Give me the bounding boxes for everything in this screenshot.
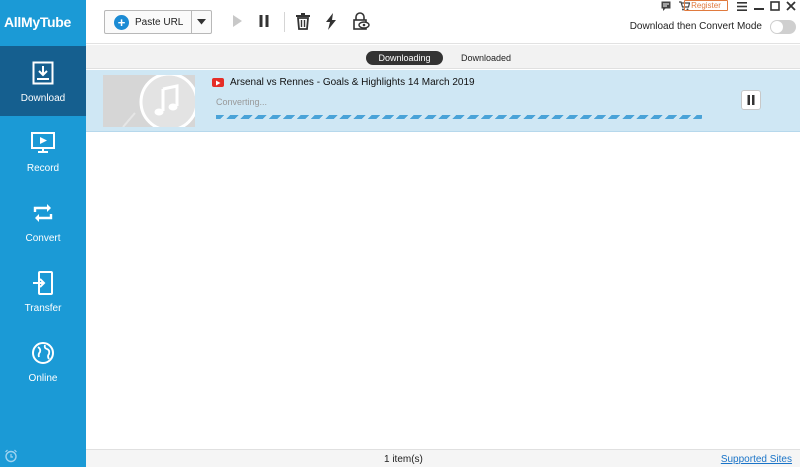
- progress-bar: [216, 115, 702, 119]
- lightning-icon[interactable]: [322, 12, 340, 30]
- toolbar-divider: [284, 12, 285, 32]
- download-icon: [29, 59, 57, 87]
- paste-url-main[interactable]: + Paste URL: [105, 11, 191, 33]
- plus-icon: +: [114, 14, 129, 30]
- youtube-icon: [212, 78, 224, 87]
- item-pause-button[interactable]: [741, 90, 761, 110]
- toolbar: + Paste URL Register Download then Conve…: [86, 0, 800, 44]
- maximize-icon[interactable]: [769, 0, 781, 12]
- chevron-down-icon: [197, 19, 206, 25]
- minimize-icon[interactable]: [753, 0, 765, 12]
- sidebar-item-transfer[interactable]: Transfer: [0, 256, 86, 326]
- sidebar-item-label: Record: [26, 162, 60, 174]
- pause-icon[interactable]: [255, 12, 273, 30]
- download-status: Converting...: [216, 97, 268, 107]
- tab-bar: Downloading Downloaded: [86, 45, 800, 69]
- sidebar-item-record[interactable]: Record: [0, 116, 86, 186]
- status-bar: 1 item(s) Supported Sites: [86, 449, 800, 467]
- convert-mode-toggle[interactable]: [770, 20, 796, 34]
- sidebar-item-convert[interactable]: Convert: [0, 186, 86, 256]
- register-button[interactable]: Register: [684, 0, 728, 11]
- app-window: AllMyTube Download Record Convert Transf…: [0, 0, 800, 467]
- sidebar-item-online[interactable]: Online: [0, 326, 86, 396]
- pause-icon: [747, 95, 755, 105]
- music-note-icon: [103, 75, 195, 127]
- toggle-knob: [771, 21, 783, 33]
- app-logo: AllMyTube: [4, 14, 72, 30]
- download-title-row: Arsenal vs Rennes - Goals & Highlights 1…: [212, 77, 475, 88]
- supported-sites-link[interactable]: Supported Sites: [721, 454, 792, 465]
- download-title: Arsenal vs Rennes - Goals & Highlights 1…: [230, 77, 475, 88]
- tab-downloading[interactable]: Downloading: [366, 51, 443, 65]
- globe-icon: [29, 339, 57, 367]
- close-icon[interactable]: [785, 0, 797, 12]
- transfer-icon: [29, 269, 57, 297]
- sidebar: AllMyTube Download Record Convert Transf…: [0, 0, 86, 467]
- sidebar-item-label: Transfer: [24, 302, 62, 314]
- paste-url-dropdown[interactable]: [191, 11, 211, 33]
- item-count: 1 item(s): [384, 454, 423, 465]
- sidebar-item-label: Convert: [25, 232, 61, 244]
- trash-icon[interactable]: [294, 12, 312, 30]
- paste-url-label: Paste URL: [135, 16, 184, 28]
- tab-downloaded[interactable]: Downloaded: [453, 51, 519, 65]
- video-thumbnail: [103, 75, 195, 127]
- sidebar-item-label: Download: [20, 92, 66, 104]
- paste-url-button[interactable]: + Paste URL: [104, 10, 212, 34]
- play-icon[interactable]: [228, 12, 246, 30]
- download-item[interactable]: Arsenal vs Rennes - Goals & Highlights 1…: [86, 70, 800, 132]
- convert-icon: [29, 199, 57, 227]
- sidebar-item-label: Online: [28, 372, 58, 384]
- feedback-icon[interactable]: [660, 0, 672, 12]
- alarm-icon[interactable]: [4, 449, 18, 463]
- sidebar-item-download[interactable]: Download: [0, 46, 86, 116]
- convert-mode-label: Download then Convert Mode: [629, 21, 762, 32]
- record-icon: [29, 129, 57, 157]
- private-mode-icon[interactable]: [352, 12, 370, 30]
- menu-icon[interactable]: [736, 0, 748, 12]
